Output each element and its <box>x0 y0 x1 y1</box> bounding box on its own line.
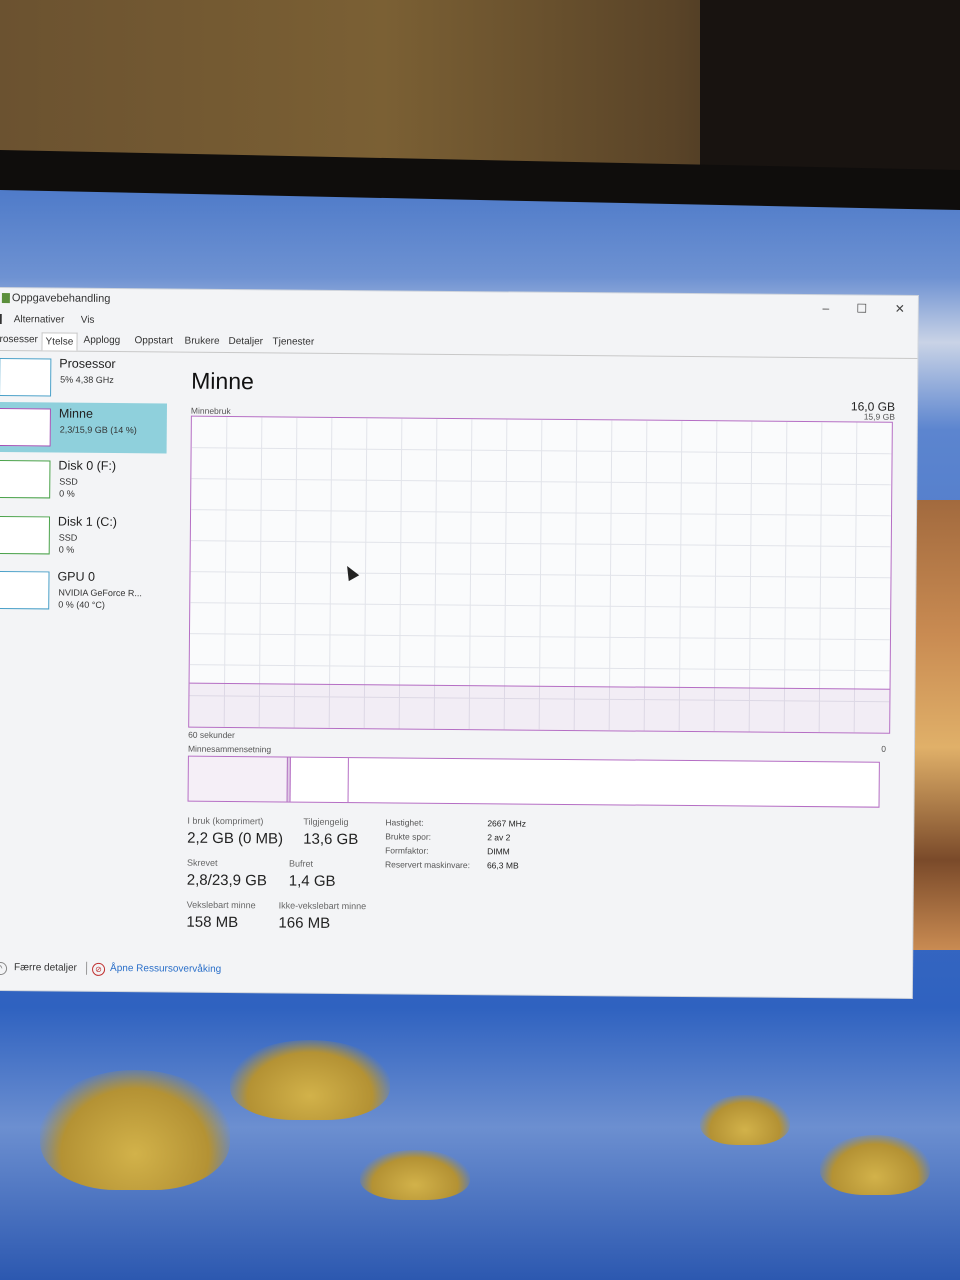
graph-time-label: 60 sekunder <box>188 729 235 741</box>
sidebar-item-cpu[interactable]: Prosessor 5% 4,38 GHz <box>0 352 167 403</box>
sidebar-item-gpu[interactable]: GPU 0 NVIDIA GeForce R... 0 % (40 °C) <box>0 565 166 616</box>
gpu-graph-icon <box>0 570 50 610</box>
committed-label: Skrevet <box>186 857 218 868</box>
graph-label: Minnebruk <box>190 405 231 417</box>
open-resource-monitor-link[interactable]: Åpne Ressursovervåking <box>110 963 221 975</box>
nonpaged-value: 166 MB <box>278 914 331 932</box>
memory-stats: I bruk (komprimert) 2,2 GB (0 MB) Tilgje… <box>186 816 747 951</box>
reserved-label: Reservert maskinvare: <box>384 859 471 871</box>
sidebar-item-label: GPU 0 <box>57 569 96 584</box>
tab-details[interactable]: Detaljer <box>228 336 263 347</box>
menu-fragment <box>0 313 2 325</box>
reserved-value: 66,3 MB <box>486 860 519 871</box>
sidebar-item-label: Minne <box>58 406 94 421</box>
composition-label: Minnesammensetning <box>187 743 272 755</box>
sidebar-item-disk0[interactable]: Disk 0 (F:) SSD 0 % <box>0 454 167 505</box>
resource-monitor-icon[interactable]: ⊘ <box>92 962 106 976</box>
wallpaper-grass <box>230 1040 390 1120</box>
sidebar-item-device: NVIDIA GeForce R... <box>58 587 142 599</box>
graph-zero-label: 0 <box>881 743 887 754</box>
slots-value: 2 av 2 <box>487 832 511 843</box>
memory-usage-graph <box>188 415 893 734</box>
nonpaged-label: Ikke-vekslebart minne <box>278 900 367 912</box>
cached-label: Bufret <box>288 858 314 869</box>
sidebar-item-value: 0 % (40 °C) <box>58 599 105 610</box>
in-use-label: I bruk (komprimert) <box>187 815 264 827</box>
committed-value: 2,8/23,9 GB <box>186 871 267 890</box>
in-use-value: 2,2 GB (0 MB) <box>187 829 284 848</box>
available-label: Tilgjengelig <box>303 816 349 828</box>
tab-processes[interactable]: rosesser <box>0 334 38 345</box>
maximize-button[interactable]: ☐ <box>852 301 872 315</box>
tab-users[interactable]: Brukere <box>184 336 219 347</box>
slots-label: Brukte spor: <box>385 831 432 842</box>
app-icon <box>1 293 10 304</box>
sidebar-item-label: Disk 0 (F:) <box>58 458 117 474</box>
sidebar-item-value: 5% 4,38 GHz <box>60 374 114 385</box>
paged-label: Vekslebart minne <box>186 899 256 911</box>
performance-sidebar: Prosessor 5% 4,38 GHz Minne 2,3/15,9 GB … <box>0 352 169 953</box>
cached-value: 1,4 GB <box>288 872 336 890</box>
graph-max: 15,9 GB <box>863 411 895 422</box>
tab-services[interactable]: Tjenester <box>272 336 314 347</box>
wallpaper-grass <box>360 1150 470 1200</box>
tab-app-history[interactable]: Applogg <box>83 335 120 346</box>
footer-bar: ^ Færre detaljer ⊘ Åpne Ressursovervåkin… <box>0 960 912 990</box>
sidebar-item-type: SSD <box>58 532 78 543</box>
sidebar-item-value: 0 % <box>59 488 75 499</box>
page-title: Minne <box>191 367 254 395</box>
speed-value: 2667 MHz <box>487 818 527 829</box>
paged-value: 158 MB <box>186 913 239 932</box>
fewer-details-link[interactable]: Færre detaljer <box>14 962 77 974</box>
form-factor-value: DIMM <box>487 846 510 857</box>
wallpaper-grass <box>820 1135 930 1195</box>
minimize-button[interactable]: – <box>816 301 836 315</box>
window-title: Oppgavebehandling <box>11 292 111 305</box>
sidebar-item-label: Disk 1 (C:) <box>57 514 118 530</box>
sidebar-item-value: 0 % <box>58 544 75 555</box>
memory-usage-fill <box>189 682 890 733</box>
tab-performance[interactable]: Ytelse <box>41 332 78 351</box>
menu-alternativer[interactable]: Alternativer <box>14 314 65 325</box>
tab-startup[interactable]: Oppstart <box>134 335 172 346</box>
composition-in-use <box>188 756 288 802</box>
close-button[interactable]: ✕ <box>890 302 910 316</box>
form-factor-label: Formfaktor: <box>385 845 429 856</box>
sidebar-item-memory[interactable]: Minne 2,3/15,9 GB (14 %) <box>0 401 167 454</box>
speed-label: Hastighet: <box>385 817 424 828</box>
sidebar-item-type: SSD <box>59 476 78 487</box>
memory-panel: Minne 16,0 GB Minnebruk 15,9 GB 60 sekun… <box>184 354 905 960</box>
wallpaper-grass <box>700 1095 790 1145</box>
footer-divider <box>86 961 88 975</box>
shelf <box>700 0 960 190</box>
sidebar-item-label: Prosessor <box>59 356 116 372</box>
disk-graph-icon <box>0 515 51 555</box>
disk-graph-icon <box>0 459 51 499</box>
cpu-graph-icon <box>0 357 52 397</box>
task-manager-window: Oppgavebehandling – ☐ ✕ Alternativer Vis… <box>0 288 918 998</box>
chevron-up-icon[interactable]: ^ <box>0 961 8 976</box>
memory-graph-icon <box>0 407 51 447</box>
memory-composition-bar[interactable] <box>187 755 880 808</box>
composition-standby <box>289 757 349 803</box>
sidebar-item-disk1[interactable]: Disk 1 (C:) SSD 0 % <box>0 510 166 561</box>
sidebar-item-value: 2,3/15,9 GB (14 %) <box>59 424 137 436</box>
available-value: 13,6 GB <box>303 830 359 849</box>
wallpaper-grass <box>40 1070 230 1190</box>
menu-vis[interactable]: Vis <box>81 315 95 326</box>
